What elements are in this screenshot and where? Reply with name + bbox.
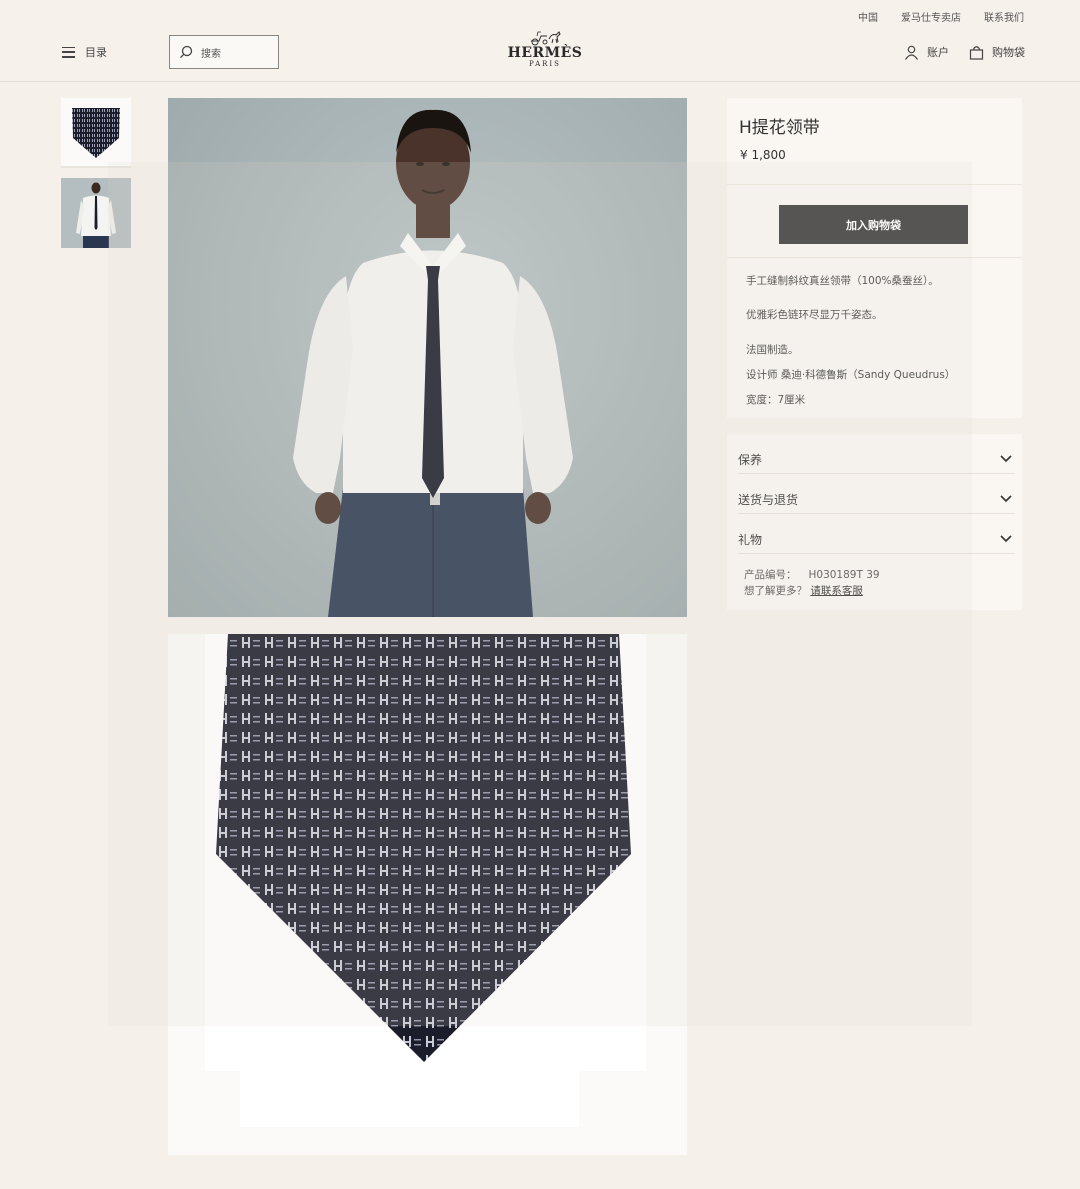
contact-link[interactable]: 请联系客服 xyxy=(810,585,863,597)
carriage-icon xyxy=(531,31,561,46)
account-links: 账户 购物袋 xyxy=(904,44,1025,60)
hermes-logo[interactable]: HERMÈS PARIS xyxy=(505,27,585,69)
divider xyxy=(727,184,1022,185)
chevron-down-icon xyxy=(1000,454,1012,462)
description-line: 优雅彩色链环尽显万千姿态。 xyxy=(746,309,883,321)
link-stores[interactable]: 爱马仕专卖店 xyxy=(901,9,961,24)
bag-button[interactable]: 购物袋 xyxy=(969,44,1025,60)
tie-thumbnail-image xyxy=(72,108,120,158)
user-icon xyxy=(905,45,918,60)
accordion-label: 保养 xyxy=(738,453,763,467)
bag-label: 购物袋 xyxy=(992,46,1025,59)
account-button[interactable]: 账户 xyxy=(904,44,949,60)
description-line: 法国制造。 xyxy=(746,344,799,356)
divider xyxy=(727,257,1022,258)
accordion-label: 送货与退货 xyxy=(738,493,799,507)
chevron-down-icon xyxy=(1000,494,1012,502)
thumbnail-model[interactable] xyxy=(61,178,131,248)
contact-prompt: 想了解更多？ 请联系客服 xyxy=(744,583,863,598)
link-china[interactable]: 中国 xyxy=(858,9,878,24)
model-illustration xyxy=(293,109,573,617)
shopping-bag-icon xyxy=(969,45,984,60)
accordion-gift[interactable]: 礼物 xyxy=(738,514,1015,554)
tie-detail-photo xyxy=(168,634,687,1155)
logo-brand: HERMÈS xyxy=(507,45,583,61)
chevron-down-icon xyxy=(1000,534,1012,542)
tie-illustration xyxy=(216,634,631,1062)
product-code-label: 产品编号： xyxy=(744,569,797,581)
product-details-accordion: 保养 送货与退货 礼物 产品编号： H030189T 39 想了解更多？ 请联系客… xyxy=(727,434,1022,610)
logo-city: PARIS xyxy=(529,60,561,68)
thumbnail-tie[interactable] xyxy=(61,98,131,168)
accordion-label: 礼物 xyxy=(738,533,763,547)
link-contact[interactable]: 联系我们 xyxy=(984,9,1024,24)
account-label: 账户 xyxy=(927,46,949,59)
product-code-value: H030189T 39 xyxy=(808,569,880,581)
more-question: 想了解更多？ xyxy=(744,585,807,597)
product-title: H提花领带 xyxy=(739,118,820,138)
search-placeholder: 搜索 xyxy=(201,48,221,60)
model-thumbnail-image xyxy=(61,178,131,248)
model-photo xyxy=(168,98,687,617)
product-price: ¥ 1,800 xyxy=(740,148,786,162)
menu-button[interactable]: 目录 xyxy=(62,44,107,60)
add-to-bag-button[interactable]: 加入购物袋 xyxy=(779,205,968,244)
search-input[interactable]: 搜索 xyxy=(169,35,279,69)
description-line: 宽度：7厘米 xyxy=(746,394,806,406)
menu-label: 目录 xyxy=(85,46,107,59)
accordion-care[interactable]: 保养 xyxy=(738,434,1015,474)
product-code: 产品编号： H030189T 39 xyxy=(744,567,880,582)
accordion-shipping[interactable]: 送货与退货 xyxy=(738,474,1015,514)
description-line: 手工缝制斜纹真丝领带（100%桑蚕丝）。 xyxy=(746,275,939,287)
search-icon xyxy=(180,45,193,59)
site-header: 中国 爱马仕专卖店 联系我们 目录 搜索 HERMÈS PARIS 账户 购物袋 xyxy=(0,0,1080,82)
description-line: 设计师 桑迪·科德鲁斯（Sandy Queudrus） xyxy=(746,369,956,381)
product-info-panel: H提花领带 ¥ 1,800 加入购物袋 手工缝制斜纹真丝领带（100%桑蚕丝）。… xyxy=(727,98,1022,418)
menu-icon xyxy=(62,46,75,58)
top-links: 中国 爱马仕专卖店 联系我们 xyxy=(858,9,1024,24)
